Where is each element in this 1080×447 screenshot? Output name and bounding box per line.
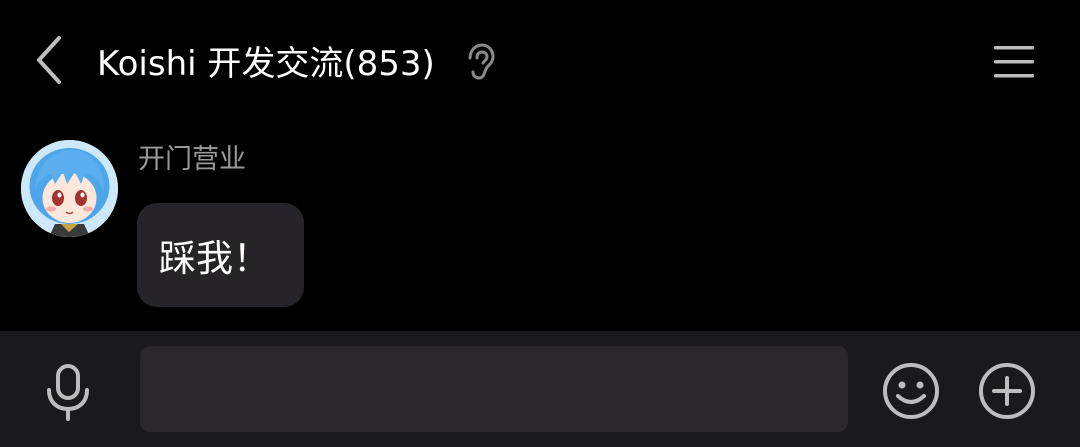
- chat-title: Koishi 开发交流(853): [97, 44, 435, 84]
- microphone-icon: [47, 364, 89, 421]
- chevron-left-icon: [37, 36, 61, 84]
- message-bubble[interactable]: 踩我！: [137, 203, 304, 307]
- ear-icon[interactable]: [462, 42, 498, 82]
- chat-header: Koishi 开发交流(853): [0, 0, 1080, 128]
- voice-button[interactable]: [38, 361, 98, 425]
- emoji-button[interactable]: [881, 361, 941, 421]
- sender-name: 开门营业: [138, 144, 246, 175]
- plus-circle-icon: [979, 363, 1035, 419]
- hamburger-menu-icon: [994, 46, 1034, 78]
- input-bar: [0, 331, 1080, 447]
- message-input[interactable]: [140, 346, 848, 432]
- anime-girl-avatar: [21, 140, 118, 237]
- back-button[interactable]: [22, 28, 74, 92]
- smiley-icon: [883, 363, 939, 419]
- more-button[interactable]: [977, 361, 1037, 421]
- avatar[interactable]: [21, 140, 118, 237]
- message-text: 踩我！: [159, 237, 270, 280]
- chat-screen: Koishi 开发交流(853) 开门营业 踩我！: [0, 0, 1080, 447]
- menu-button[interactable]: [986, 36, 1042, 88]
